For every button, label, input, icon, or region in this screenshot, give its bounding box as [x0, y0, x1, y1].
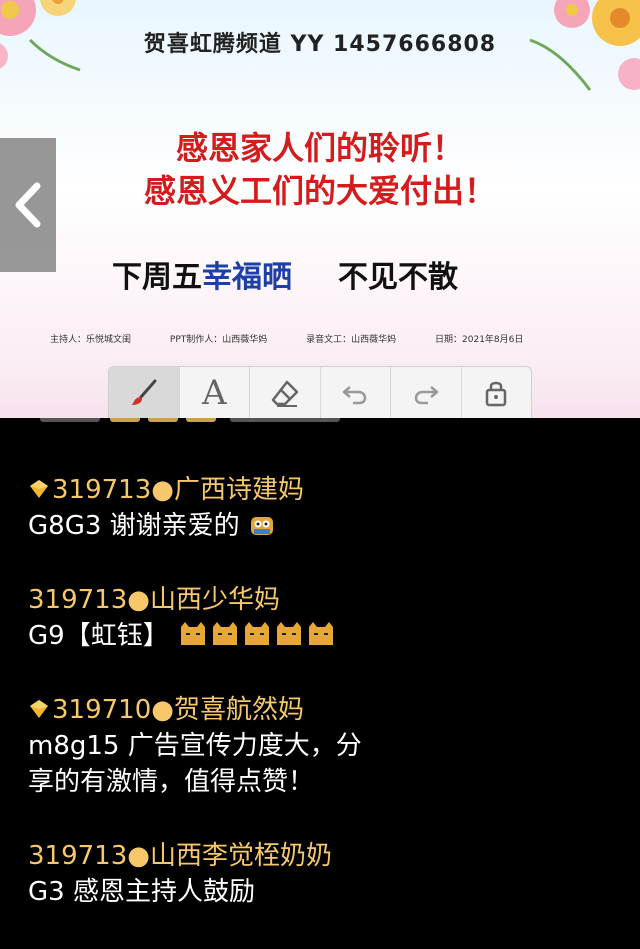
chevron-left-icon	[15, 182, 41, 228]
brush-tool-button[interactable]	[109, 367, 180, 418]
message-text: m8g15 广告宣传力度大，分	[28, 731, 362, 761]
brush-icon	[131, 379, 157, 405]
message-username: 319713●山西少华妈	[28, 585, 280, 615]
chat-message: 319710●贺喜航然妈 m8g15 广告宣传力度大，分 享的有激情，值得点赞！	[28, 692, 362, 800]
slide-canvas: 贺喜虹腾频道 YY 1457666808 感恩家人们的聆听！ 感恩义工们的大爱付…	[0, 0, 640, 418]
owl-emoji-icon	[250, 517, 273, 535]
message-user-row: 319710●贺喜航然妈	[28, 692, 362, 728]
chat-feed[interactable]: 319713●广西诗建妈 G8G3 谢谢亲爱的 319713●山西少华妈 G9【…	[0, 418, 640, 949]
credit-date: 日期：2021年8月6日	[435, 335, 524, 345]
message-user-row: 319713●广西诗建妈	[28, 472, 304, 508]
message-text: G9【虹钰】	[28, 621, 169, 651]
message-text-row: G8G3 谢谢亲爱的	[28, 508, 304, 544]
headline-thanks-volunteers: 感恩义工们的大爱付出！	[143, 172, 496, 210]
credit-host: 主持人：乐悦城文闺	[50, 335, 132, 345]
chat-message: 319713●山西李觉桎奶奶 G3 感恩主持人鼓励	[28, 838, 332, 910]
message-text-continued: 享的有激情，值得点赞！	[28, 767, 315, 797]
text-tool-button[interactable]: A	[180, 367, 250, 418]
redo-tool-button[interactable]	[391, 367, 462, 418]
slide-credits: 主持人：乐悦城文闺 PPT制作人：山西薇华妈 录音文工：山西薇华妈 日期：202…	[50, 332, 600, 345]
vip-badge-icon	[30, 700, 48, 718]
text-icon: A	[201, 373, 227, 413]
announcement-part1: 下周五	[112, 260, 202, 295]
message-username: 319713●广西诗建妈	[52, 475, 304, 505]
announcement-highlight: 幸福晒	[202, 260, 292, 295]
lock-icon	[486, 381, 507, 407]
announcement-part3: 不见不散	[338, 260, 458, 295]
redo-icon	[414, 386, 438, 405]
message-text: G3 感恩主持人鼓励	[28, 877, 255, 907]
eraser-icon	[271, 380, 298, 407]
chat-message: 319713●山西少华妈 G9【虹钰】	[28, 582, 339, 654]
undo-tool-button[interactable]	[321, 367, 391, 418]
chat-message: 319713●广西诗建妈 G8G3 谢谢亲爱的	[28, 472, 304, 544]
eraser-tool-button[interactable]	[250, 367, 321, 418]
message-text-row: G9【虹钰】	[28, 618, 339, 654]
credit-recording: 录音文工：山西薇华妈	[306, 335, 397, 345]
message-text: G8G3 谢谢亲爱的	[28, 511, 240, 541]
drawing-toolbar: A	[108, 366, 532, 418]
partially-hidden-message	[40, 418, 380, 424]
cat-emoji-row-icon	[180, 622, 333, 645]
message-username: 319710●贺喜航然妈	[52, 695, 304, 725]
vip-badge-icon	[30, 480, 48, 498]
back-button[interactable]	[0, 138, 56, 272]
lock-tool-button[interactable]	[462, 367, 532, 418]
next-week-announcement: 下周五幸福晒 不见不散	[112, 252, 458, 296]
message-username: 319713●山西李觉桎奶奶	[28, 841, 332, 871]
credit-ppt-maker: PPT制作人：山西薇华妈	[169, 335, 268, 345]
headline-thanks-family: 感恩家人们的聆听！	[175, 129, 464, 167]
undo-icon	[343, 386, 367, 405]
channel-title: 贺喜虹腾频道 YY 1457666808	[143, 32, 497, 57]
